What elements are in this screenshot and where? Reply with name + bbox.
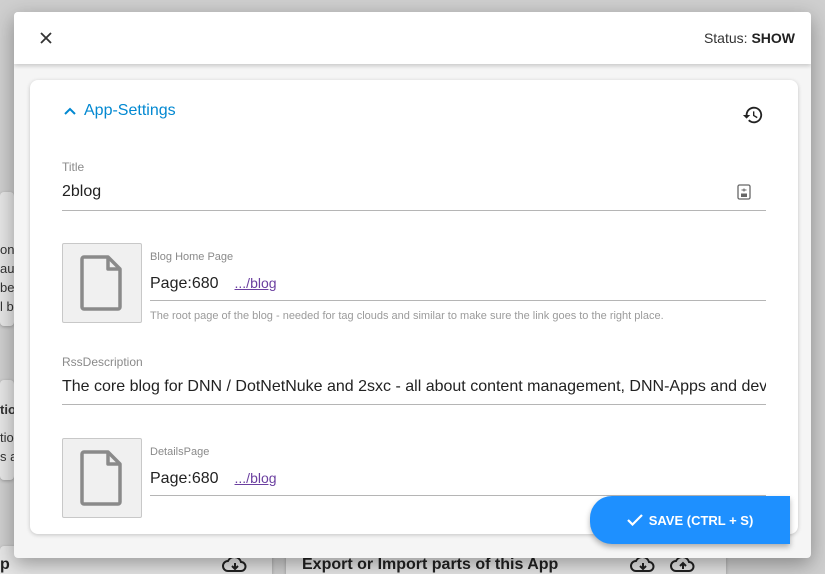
app-settings-card: App-Settings Title 2blog Blog Home Page … [30,80,798,534]
rss-description-label: RssDescription [62,355,143,369]
blog-home-label: Blog Home Page [150,251,234,263]
details-page-field[interactable]: Page:680 .../blog [150,470,766,488]
file-icon [80,450,122,506]
details-page-link[interactable]: .../blog [235,470,277,486]
status-value: SHOW [751,30,795,46]
details-page-thumbnail[interactable] [62,438,142,518]
translate-icon[interactable] [737,184,751,200]
blog-home-page-id: Page:680 [150,275,219,292]
background-text-fragment: tio s a [0,430,14,464]
background-section-title: p [0,556,10,573]
file-icon [80,255,122,311]
section-toggle[interactable]: App-Settings [64,102,176,120]
close-icon [40,32,52,44]
details-page-id: Page:680 [150,470,219,487]
blog-home-underline [150,300,766,301]
title-label: Title [62,160,85,174]
close-button[interactable] [36,28,56,48]
status-indicator: Status: SHOW [704,30,795,46]
chevron-up-icon [64,107,76,115]
details-page-label: DetailsPage [150,446,210,458]
history-icon[interactable] [742,104,764,126]
cloud-download-icon[interactable] [630,556,656,574]
edit-dialog: Status: SHOW App-Settings Title 2blog Bl… [14,12,811,558]
export-import-title: Export or Import parts of this App [302,556,559,573]
check-icon [626,514,643,526]
background-text-fragment: tio [0,402,14,417]
section-title: App-Settings [84,102,176,119]
status-label: Status: [703,30,748,46]
background-text-fragment: on aul be l b [0,242,14,314]
save-button-label: SAVE (CTRL + S) [648,512,754,528]
title-input[interactable]: 2blog [62,183,702,201]
blog-home-field[interactable]: Page:680 .../blog [150,275,766,293]
cloud-upload-icon[interactable] [670,556,696,574]
blog-home-thumbnail[interactable] [62,243,142,323]
rss-description-input[interactable]: The core blog for DNN / DotNetNuke and 2… [62,378,766,396]
cloud-download-icon[interactable] [222,556,248,574]
blog-home-hint: The root page of the blog - needed for t… [150,310,664,322]
save-button[interactable]: SAVE (CTRL + S) [590,496,790,544]
dialog-header: Status: SHOW [14,12,811,64]
rss-description-underline [62,404,766,405]
title-underline [62,210,766,211]
blog-home-link[interactable]: .../blog [235,275,277,291]
